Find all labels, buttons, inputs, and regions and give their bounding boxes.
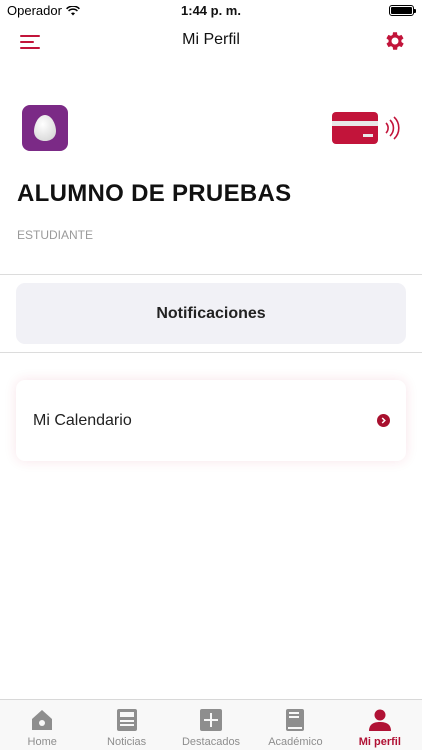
battery-level-fill (391, 7, 412, 14)
tab-label: Destacados (181, 736, 241, 748)
person-icon (368, 709, 391, 731)
nfc-card-icon[interactable] (332, 112, 404, 144)
tab-label: Noticias (107, 736, 147, 748)
gear-icon[interactable] (383, 29, 407, 53)
profile-name: ALUMNO DE PRUEBAS (17, 180, 292, 207)
calendar-card[interactable]: Mi Calendario (16, 380, 406, 461)
tab-academic[interactable]: Académico (253, 700, 337, 750)
news-icon (116, 709, 137, 731)
tab-home[interactable]: Home (0, 700, 84, 750)
page-title: Mi Perfil (182, 31, 240, 48)
tab-label: Académico (268, 736, 323, 748)
divider (0, 352, 422, 353)
book-icon (286, 709, 305, 731)
battery-icon (389, 5, 416, 16)
plus-icon (200, 709, 223, 731)
notifications-button[interactable]: Notificaciones (16, 283, 406, 344)
tab-label: Home (27, 736, 57, 748)
profile-role: ESTUDIANTE (17, 228, 94, 242)
status-time: 1:44 p. m. (181, 3, 241, 18)
nav-bar: Mi Perfil (0, 22, 422, 62)
status-bar: Operador 1:44 p. m. (0, 0, 422, 22)
tab-bar: Home Noticias Destacados Académico Mi pe… (0, 699, 422, 750)
tab-news[interactable]: Noticias (84, 700, 168, 750)
chevron-right-icon (377, 414, 390, 427)
tab-profile[interactable]: Mi perfil (338, 700, 422, 750)
calendar-label: Mi Calendario (33, 411, 132, 429)
egg-logo-icon (34, 115, 56, 141)
tab-featured[interactable]: Destacados (169, 700, 253, 750)
tab-label: Mi perfil (358, 736, 401, 748)
home-icon (32, 710, 53, 730)
institution-logo (22, 105, 68, 151)
divider (0, 274, 422, 275)
